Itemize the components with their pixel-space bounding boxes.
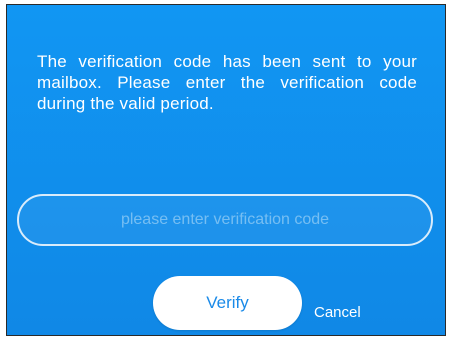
verification-code-input[interactable] xyxy=(17,194,433,246)
cancel-button[interactable]: Cancel xyxy=(314,304,361,321)
verification-message: The verification code has been sent to y… xyxy=(37,52,417,113)
verify-button[interactable]: Verify xyxy=(153,276,302,330)
verification-dialog: The verification code has been sent to y… xyxy=(6,4,446,336)
